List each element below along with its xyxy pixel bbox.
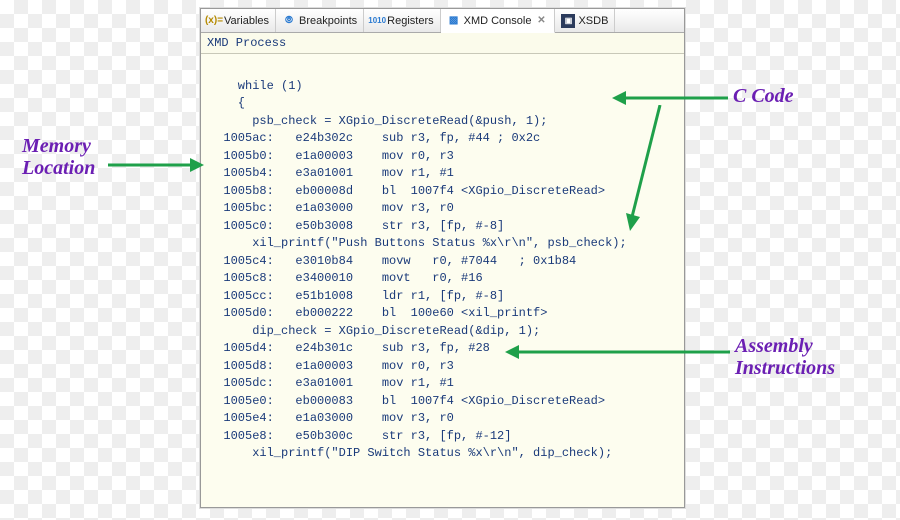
tab-xmd-console[interactable]: ▩ XMD Console ✕ xyxy=(441,9,556,33)
tab-variables[interactable]: (x)= Variables xyxy=(201,9,276,32)
tab-breakpoints[interactable]: ⦾ Breakpoints xyxy=(276,9,364,32)
tab-label: Breakpoints xyxy=(299,15,357,27)
tab-label: Variables xyxy=(224,15,269,27)
tab-registers[interactable]: 1010 Registers xyxy=(364,9,440,32)
breakpoints-icon: ⦾ xyxy=(282,14,296,28)
variables-icon: (x)= xyxy=(207,14,221,28)
tab-xsdb[interactable]: ▣ XSDB xyxy=(555,9,615,32)
panel-subtitle: XMD Process xyxy=(201,33,684,54)
callout-assembly-instructions: Assembly Instructions xyxy=(735,335,835,379)
callout-c-code: C Code xyxy=(733,85,794,107)
xsdb-icon: ▣ xyxy=(561,14,575,28)
debug-panel: (x)= Variables ⦾ Breakpoints 1010 Regist… xyxy=(200,8,685,508)
tab-label: XSDB xyxy=(578,15,608,27)
registers-icon: 1010 xyxy=(370,14,384,28)
tab-label: Registers xyxy=(387,15,433,27)
arrow-icon xyxy=(620,105,680,235)
arrow-icon xyxy=(108,153,204,177)
tabbar: (x)= Variables ⦾ Breakpoints 1010 Regist… xyxy=(201,9,684,33)
disassembly-listing: while (1) { psb_check = XGpio_DiscreteRe… xyxy=(201,54,684,507)
tab-label: XMD Console xyxy=(464,15,532,27)
console-icon: ▩ xyxy=(447,14,461,28)
callout-memory-location: Memory Location xyxy=(22,135,95,179)
close-icon[interactable]: ✕ xyxy=(534,14,548,28)
arrow-icon xyxy=(505,340,730,364)
